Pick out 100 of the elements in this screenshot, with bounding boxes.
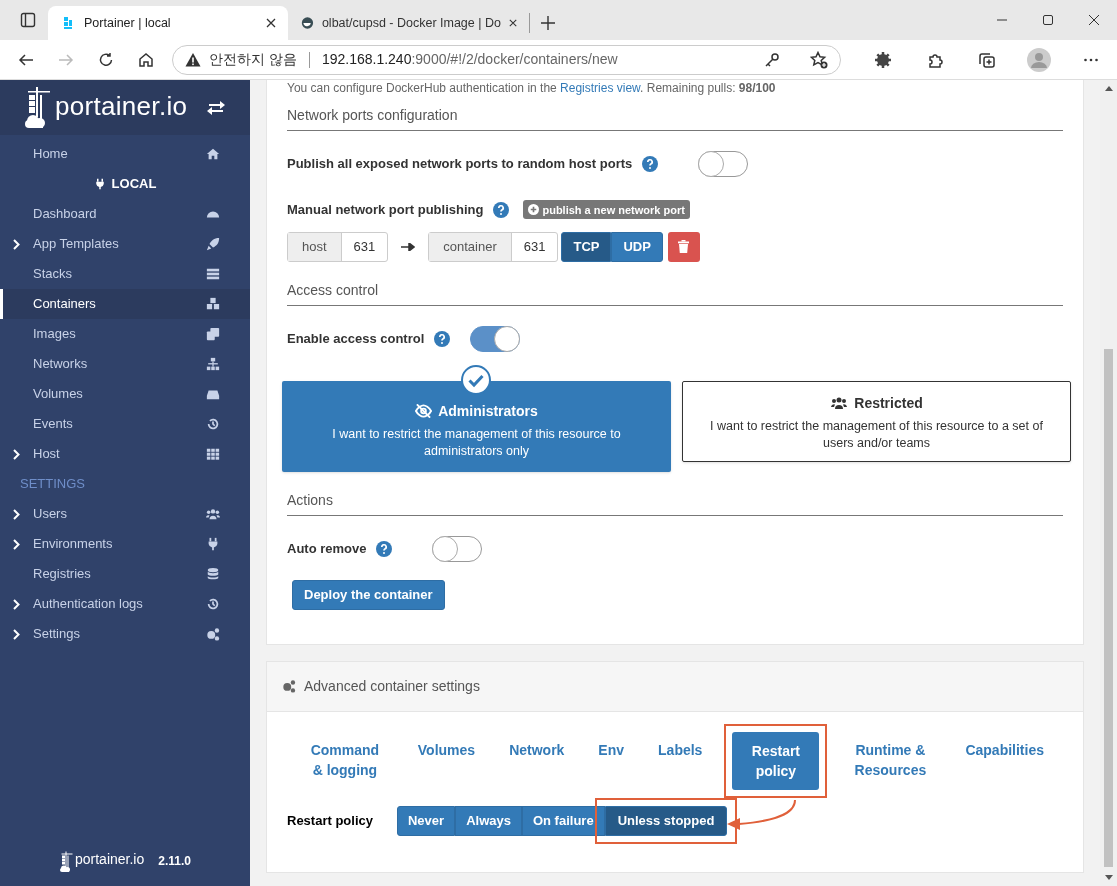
database-icon <box>206 567 220 581</box>
back-icon[interactable] <box>18 51 34 68</box>
section-title: Network ports configuration <box>287 107 458 123</box>
settings-tab[interactable]: Capabilities <box>951 731 1058 768</box>
sidebar-item[interactable]: Home <box>0 139 250 169</box>
settings-tab[interactable]: Env <box>584 731 639 768</box>
settings-tab[interactable]: Network <box>495 731 579 768</box>
deploy-button[interactable]: Deploy the container <box>292 579 445 610</box>
tab-title: olbat/cupsd - Docker Image | Do <box>321 14 501 32</box>
section-heading: SETTINGS <box>20 475 85 494</box>
panel-title: Advanced container settings <box>304 676 480 696</box>
restart-option[interactable]: Always <box>455 805 522 836</box>
scroll-up-icon[interactable] <box>1104 85 1113 91</box>
sidebar-item[interactable]: Authentication logs <box>0 589 250 619</box>
list-icon <box>206 267 220 281</box>
settings-tab[interactable]: Labels <box>644 731 717 768</box>
access-option-card[interactable]: Administrators I want to restrict the management of this resource to administrators only <box>282 380 671 472</box>
sidebar-item[interactable]: Users <box>0 499 250 529</box>
copy-icon <box>206 327 220 341</box>
sidebar-item[interactable]: Images <box>0 319 250 349</box>
close-icon[interactable] <box>1089 15 1099 25</box>
restart-option[interactable]: Never <box>397 805 456 836</box>
plug-icon <box>206 537 220 551</box>
sidebar-item[interactable]: Volumes <box>0 379 250 409</box>
notice-text: You can configure DockerHub authentication in the Registries view. Remaining pulls: 98/100 <box>287 81 777 95</box>
sidebar-item[interactable]: Host <box>0 439 250 469</box>
option-title: Administrators <box>438 401 538 421</box>
chevron-icon <box>13 628 20 640</box>
users-icon <box>206 507 220 521</box>
puzzle-icon[interactable] <box>927 51 943 68</box>
reload-icon[interactable] <box>98 51 114 68</box>
field-label: Restart policy <box>287 811 373 830</box>
section-title: Actions <box>287 491 333 508</box>
home-icon[interactable] <box>138 51 154 68</box>
sidebar-item[interactable]: Registries <box>0 559 250 589</box>
arrow-icon <box>401 242 416 251</box>
restart-option[interactable]: On failure <box>521 805 605 836</box>
new-tab-icon[interactable] <box>541 16 555 30</box>
tab-actions-icon[interactable] <box>20 12 36 28</box>
star-add-icon[interactable] <box>810 50 828 69</box>
option-description: I want to restrict the management of this resource to administrators only <box>331 425 622 460</box>
close-icon[interactable] <box>508 18 517 28</box>
field-label: Auto remove <box>287 539 367 558</box>
sidebar-item[interactable]: Containers <box>0 289 250 319</box>
section-title: Access control <box>287 281 379 298</box>
cubes-icon <box>206 297 220 311</box>
scrollbar-thumb[interactable] <box>1104 349 1113 867</box>
checkmark-badge-icon <box>461 364 491 395</box>
restart-option[interactable]: Unless stopped <box>604 805 728 836</box>
sidebar-item[interactable]: Stacks <box>0 259 250 289</box>
sidebar-item[interactable]: Events <box>0 409 250 439</box>
crane-cloud-icon <box>25 86 53 129</box>
chevron-icon <box>13 448 20 460</box>
settings-tab[interactable]: Volumes <box>403 731 490 768</box>
chevron-icon <box>13 538 20 550</box>
toggle-switch[interactable] <box>470 325 521 352</box>
tab-title: Portainer | local <box>84 14 172 32</box>
sitemap-icon <box>206 357 220 371</box>
settings-tab[interactable]: Restart policy <box>732 731 820 790</box>
access-option-card[interactable]: Restricted I want to restrict the management of this resource to a set of users and/or teams <box>682 380 1071 462</box>
protocol-button[interactable]: TCP <box>561 231 612 262</box>
trash-icon <box>678 240 690 253</box>
key-icon[interactable] <box>764 51 780 68</box>
toggle-switch[interactable] <box>432 535 483 562</box>
logo-text: portainer.io <box>75 850 145 869</box>
sidebar-item[interactable]: Dashboard <box>0 199 250 229</box>
scroll-down-icon[interactable] <box>1104 875 1113 881</box>
sidebar-item[interactable]: App Templates <box>0 229 250 259</box>
add-port-button[interactable]: publish a new network port <box>523 200 690 220</box>
close-icon[interactable] <box>266 18 276 28</box>
browser-tab[interactable]: Portainer | local <box>48 6 288 40</box>
option-description: I want to restrict the management of this resource to a set of users and/or teams <box>709 417 1044 452</box>
plug-icon <box>93 178 106 190</box>
field-label: Enable access control <box>287 329 425 348</box>
sidebar-item[interactable]: Settings <box>0 619 250 649</box>
browser-tab[interactable]: olbat/cupsd - Docker Image | Do <box>289 6 529 40</box>
environment-label: LOCAL <box>111 175 157 194</box>
settings-tab[interactable]: Command & logging <box>292 731 398 788</box>
profile-avatar[interactable] <box>1027 47 1051 72</box>
toggle-switch[interactable] <box>698 151 749 177</box>
plus-circle-icon <box>528 204 540 216</box>
sidebar-item[interactable]: Environments <box>0 529 250 559</box>
crane-cloud-icon <box>60 851 74 873</box>
sidebar-item[interactable]: Networks <box>0 349 250 379</box>
url-text[interactable]: 192.168.1.240:9000/#!/2/docker/containers/new <box>321 49 756 70</box>
history-icon <box>206 597 220 611</box>
security-label[interactable]: 안전하지 않음 <box>209 49 297 70</box>
delete-button[interactable] <box>667 231 700 262</box>
settings-tab[interactable]: Runtime & Resources <box>835 731 946 788</box>
option-title: Restricted <box>854 393 923 413</box>
switch-arrows-icon[interactable] <box>207 99 225 116</box>
protocol-button[interactable]: UDP <box>611 231 663 262</box>
chevron-icon <box>13 598 20 610</box>
users-icon <box>830 396 849 410</box>
collections-icon[interactable] <box>979 51 995 68</box>
version-label: 2.11.0 <box>158 853 191 870</box>
eye-slash-icon <box>415 404 433 418</box>
field-label: Publish all exposed network ports to random host ports <box>287 155 633 174</box>
maximize-icon[interactable] <box>1043 15 1053 25</box>
chevron-icon <box>13 238 20 250</box>
